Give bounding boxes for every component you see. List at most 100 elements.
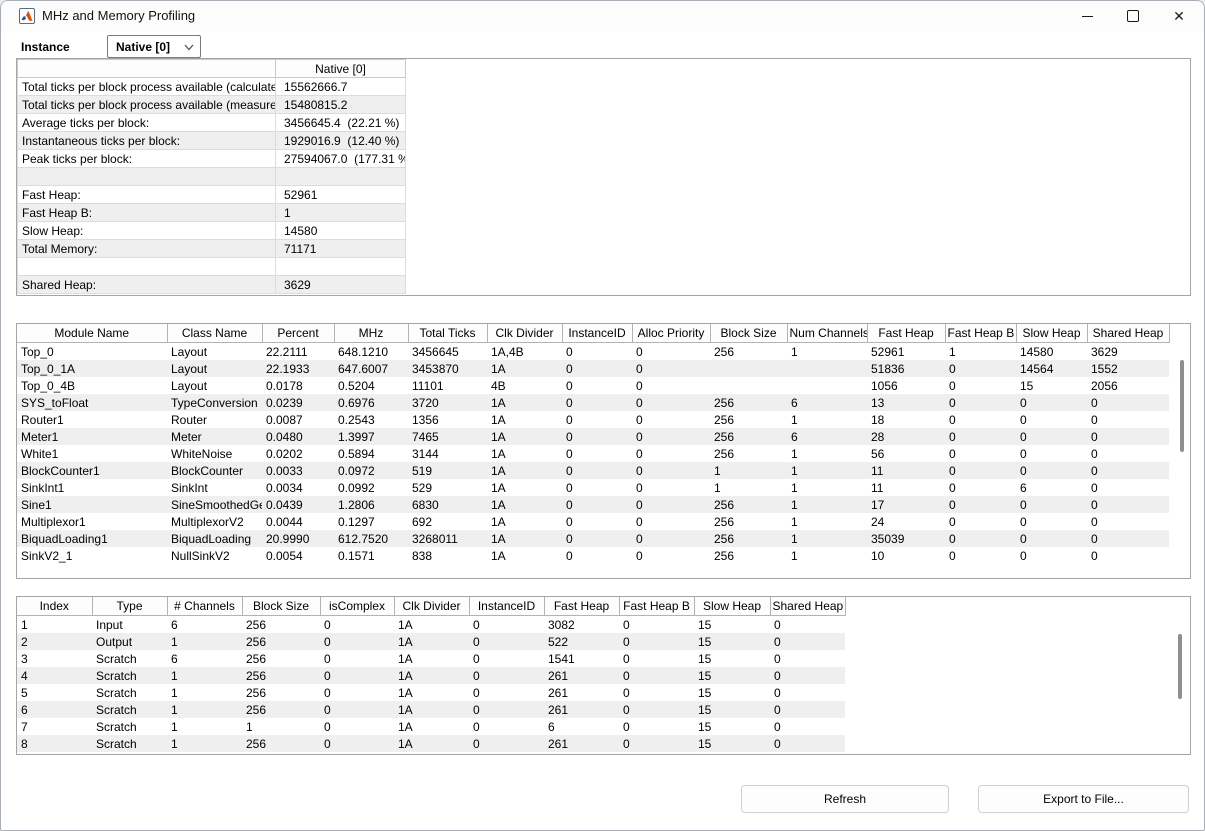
table-cell[interactable]: 1A — [394, 718, 469, 735]
table-cell[interactable]: 6 — [167, 616, 242, 634]
table-cell[interactable]: 1056 — [867, 377, 945, 394]
table-row[interactable]: Top_0_1ALayout22.1933647.600734538701A00… — [17, 360, 1169, 377]
table-cell[interactable]: 1 — [167, 701, 242, 718]
table-row[interactable]: Average ticks per block:3456645.4 (22.21… — [18, 114, 406, 132]
table-cell[interactable]: 1 — [787, 496, 867, 513]
table-cell[interactable]: 0 — [945, 530, 1016, 547]
table-cell[interactable]: 1A,4B — [487, 343, 562, 361]
table-cell[interactable] — [710, 360, 787, 377]
table-cell[interactable] — [787, 377, 867, 394]
table-cell[interactable]: 15 — [694, 616, 770, 634]
table-cell[interactable]: 15 — [1016, 377, 1087, 394]
table-row[interactable]: 6Scratch125601A02610150 — [17, 701, 845, 718]
table-cell[interactable]: 1 — [945, 343, 1016, 361]
table-cell[interactable]: 0 — [1016, 394, 1087, 411]
table-cell[interactable]: 256 — [710, 513, 787, 530]
table-cell[interactable]: 0 — [562, 462, 632, 479]
table-cell[interactable]: 6 — [1016, 479, 1087, 496]
table-row[interactable]: Fast Heap:52961 — [18, 186, 406, 204]
table-cell[interactable]: Meter — [167, 428, 262, 445]
column-header[interactable]: # Channels — [167, 597, 242, 616]
table-cell[interactable]: 0 — [632, 462, 710, 479]
table-cell[interactable]: 1 — [242, 718, 320, 735]
table-cell[interactable]: 14580 — [1016, 343, 1087, 361]
table-cell[interactable]: 256 — [242, 650, 320, 667]
table-cell[interactable]: 0 — [632, 547, 710, 564]
table-cell[interactable]: 35039 — [867, 530, 945, 547]
table-cell[interactable]: 0 — [1087, 530, 1169, 547]
table-cell[interactable]: 256 — [710, 428, 787, 445]
table-cell[interactable]: 1 — [276, 204, 406, 222]
table-cell[interactable]: 1 — [787, 513, 867, 530]
table-cell[interactable]: 519 — [408, 462, 487, 479]
table-cell[interactable]: 256 — [242, 684, 320, 701]
table-cell[interactable]: SinkV2_1 — [17, 547, 167, 564]
table-row[interactable]: 7Scratch1101A060150 — [17, 718, 845, 735]
table-cell[interactable]: 529 — [408, 479, 487, 496]
table-cell[interactable]: BiquadLoading — [167, 530, 262, 547]
table-cell[interactable]: 0 — [562, 445, 632, 462]
table-cell[interactable]: 15 — [694, 633, 770, 650]
table-row[interactable]: White1WhiteNoise0.02020.589431441A002561… — [17, 445, 1169, 462]
column-header[interactable]: Module Name — [17, 324, 167, 343]
table-cell[interactable]: 0 — [619, 650, 694, 667]
table-cell[interactable]: 0 — [562, 479, 632, 496]
table-cell[interactable]: NullSinkV2 — [167, 547, 262, 564]
table-row[interactable]: Sine1SineSmoothedGen0.04391.280668301A00… — [17, 496, 1169, 513]
table-cell[interactable]: 0 — [320, 684, 394, 701]
table-cell[interactable]: 3453870 — [408, 360, 487, 377]
table-cell[interactable]: 3629 — [1087, 343, 1169, 361]
table-cell[interactable]: 14564 — [1016, 360, 1087, 377]
table-cell[interactable]: 0 — [1016, 411, 1087, 428]
table-row[interactable]: Meter1Meter0.04801.399774651A00256628000 — [17, 428, 1169, 445]
table-cell[interactable]: 3082 — [544, 616, 619, 634]
table-cell[interactable]: 0 — [562, 428, 632, 445]
table-cell[interactable]: 1 — [710, 462, 787, 479]
table-cell[interactable]: 1A — [487, 547, 562, 564]
table-row[interactable]: SinkInt1SinkInt0.00340.09925291A00111106… — [17, 479, 1169, 496]
table-cell[interactable] — [276, 168, 406, 186]
table-row[interactable]: SinkV2_1NullSinkV20.00540.15718381A00256… — [17, 547, 1169, 564]
table-cell[interactable]: 0 — [632, 343, 710, 361]
table-cell[interactable]: 0 — [770, 718, 845, 735]
table-cell[interactable]: Scratch — [92, 667, 167, 684]
table-cell[interactable]: Scratch — [92, 701, 167, 718]
column-header[interactable]: Shared Heap — [770, 597, 845, 616]
table-cell[interactable]: 0 — [632, 411, 710, 428]
table-cell[interactable]: 0 — [469, 718, 544, 735]
table-cell[interactable]: Shared Heap: — [18, 276, 276, 294]
table-cell[interactable]: 0 — [945, 496, 1016, 513]
table-cell[interactable]: 256 — [710, 394, 787, 411]
table-cell[interactable]: 0 — [469, 616, 544, 634]
instance-dropdown[interactable]: Native [0] — [107, 35, 201, 58]
table-cell[interactable]: 0 — [770, 735, 845, 752]
table-cell[interactable]: 256 — [242, 735, 320, 752]
table-cell[interactable]: 647.6007 — [334, 360, 408, 377]
table-cell[interactable]: 0 — [562, 496, 632, 513]
table-cell[interactable]: 1 — [787, 479, 867, 496]
table-cell[interactable]: 4B — [487, 377, 562, 394]
column-header[interactable]: Native [0] — [276, 60, 406, 78]
table-cell[interactable]: 0 — [632, 377, 710, 394]
table-cell[interactable]: 0.0972 — [334, 462, 408, 479]
table-cell[interactable]: Total ticks per block process available … — [18, 78, 276, 96]
table-cell[interactable]: 256 — [242, 616, 320, 634]
table-cell[interactable]: 1 — [787, 547, 867, 564]
table-cell[interactable]: 1A — [487, 394, 562, 411]
table-cell[interactable]: 1A — [394, 616, 469, 634]
table-cell[interactable]: 14580 — [276, 222, 406, 240]
table-cell[interactable]: 15 — [694, 718, 770, 735]
table-cell[interactable]: 71171 — [276, 240, 406, 258]
table-cell[interactable]: 0 — [632, 513, 710, 530]
table-cell[interactable]: 1A — [394, 633, 469, 650]
column-header[interactable]: Percent — [262, 324, 334, 343]
table-cell[interactable]: 0 — [1016, 462, 1087, 479]
table-cell[interactable]: White1 — [17, 445, 167, 462]
table-row[interactable]: BiquadLoading1BiquadLoading20.9990612.75… — [17, 530, 1169, 547]
table-cell[interactable]: 0 — [632, 496, 710, 513]
table-cell[interactable]: 0.5204 — [334, 377, 408, 394]
table-cell[interactable]: 20.9990 — [262, 530, 334, 547]
table-cell[interactable]: 0 — [1087, 445, 1169, 462]
table-cell[interactable]: Instantaneous ticks per block: — [18, 132, 276, 150]
table-cell[interactable]: 0 — [320, 718, 394, 735]
